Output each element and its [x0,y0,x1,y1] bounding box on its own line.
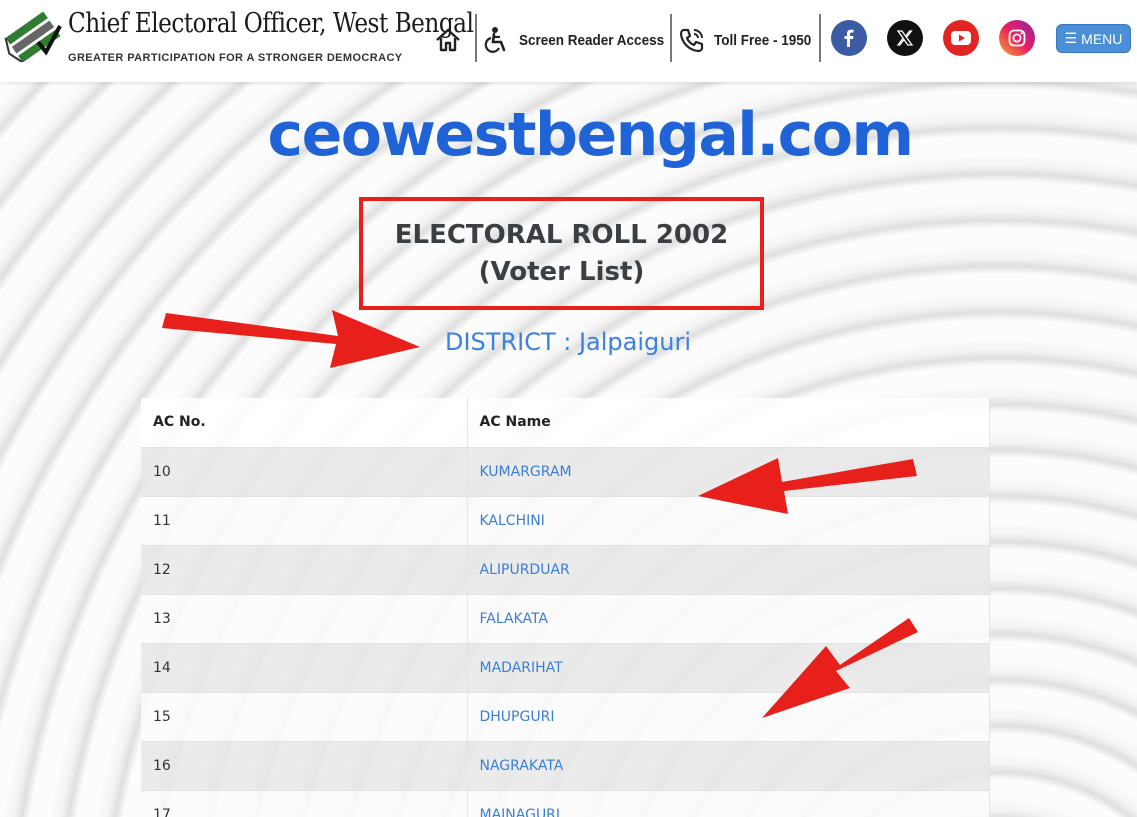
toll-free-link[interactable]: Toll Free - 1950 [678,20,822,60]
ac-name-link[interactable]: KUMARGRAM [467,446,990,496]
ac-number: 16 [141,740,468,790]
electoral-roll-title: ELECTORAL ROLL 2002 [394,219,729,250]
table-row: 13 FALAKATA [141,593,990,643]
table-row: 15 DHUPGURI [141,691,990,741]
ac-number: 12 [141,544,468,594]
menu-label: MENU [1081,30,1123,47]
header-divider [475,14,477,62]
header-divider [670,14,672,62]
voter-list-subtitle: (Voter List) [478,256,645,287]
youtube-link[interactable] [943,20,979,56]
menu-button[interactable]: ☰ MENU [1056,24,1131,53]
site-domain-heading: ceowestbengal.com [267,100,914,170]
ac-name-link[interactable]: FALAKATA [467,593,990,643]
table-row: 17 MAINAGURI [141,789,990,817]
ac-name-link[interactable]: NAGRAKATA [467,740,990,790]
electoral-roll-heading-box: ELECTORAL ROLL 2002 (Voter List) [359,197,764,310]
column-header-ac-no: AC No. [141,398,468,447]
phone-icon [679,28,704,53]
ac-number: 11 [141,495,468,545]
header-divider [819,14,821,62]
column-header-ac-name: AC Name [467,398,990,447]
home-button[interactable] [434,20,462,60]
ac-number: 14 [141,642,468,692]
home-icon [436,28,460,52]
table-row: 16 NAGRAKATA [141,740,990,790]
facebook-link[interactable] [831,20,867,56]
instagram-icon [1008,29,1026,47]
table-header-row: AC No. AC Name [141,398,990,447]
x-icon [896,30,914,46]
table-row: 14 MADARIHAT [141,642,990,692]
district-heading: DISTRICT : Jalpaiguri [445,328,692,356]
ac-name-link[interactable]: ALIPURDUAR [467,544,990,594]
screen-reader-label: Screen Reader Access [519,31,665,49]
screen-reader-link[interactable]: Screen Reader Access [483,20,680,60]
accessibility-icon [484,27,506,53]
table-row: 10 KUMARGRAM [141,446,990,496]
ac-name-link[interactable]: DHUPGURI [467,691,990,741]
ac-number: 15 [141,691,468,741]
hamburger-icon: ☰ [1064,30,1078,46]
toll-free-label: Toll Free - 1950 [714,31,812,49]
site-header: Chief Electoral Officer, West Bengal GRE… [0,0,1137,82]
ac-name-link[interactable]: KALCHINI [467,495,990,545]
x-link[interactable] [887,20,923,56]
ac-number: 13 [141,593,468,643]
ac-number: 17 [141,789,468,817]
site-name[interactable]: Chief Electoral Officer, West Bengal [68,8,474,39]
instagram-link[interactable] [999,20,1035,56]
ac-number: 10 [141,446,468,496]
ac-name-link[interactable]: MAINAGURI [467,789,990,817]
facebook-icon [844,29,854,47]
site-tagline: GREATER PARTICIPATION FOR A STRONGER DEM… [68,52,403,64]
assembly-constituency-table: AC No. AC Name 10 KUMARGRAM 11 KALCHINI … [141,398,990,817]
table-row: 11 KALCHINI [141,495,990,545]
youtube-icon [951,31,971,45]
table-row: 12 ALIPURDUAR [141,544,990,594]
ac-name-link[interactable]: MADARIHAT [467,642,990,692]
ballot-logo-icon[interactable] [4,12,62,62]
